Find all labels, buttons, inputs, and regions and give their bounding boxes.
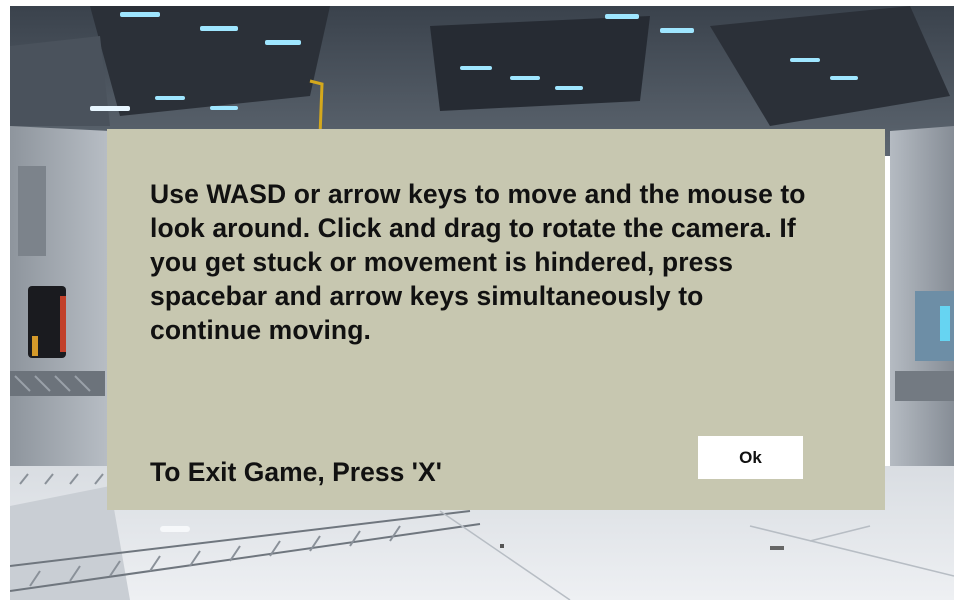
- controls-instructions-text: Use WASD or arrow keys to move and the m…: [150, 179, 806, 345]
- ok-button[interactable]: Ok: [698, 436, 803, 479]
- instructions-dialog: Use WASD or arrow keys to move and the m…: [107, 129, 885, 510]
- exit-game-hint: To Exit Game, Press 'X': [150, 457, 442, 487]
